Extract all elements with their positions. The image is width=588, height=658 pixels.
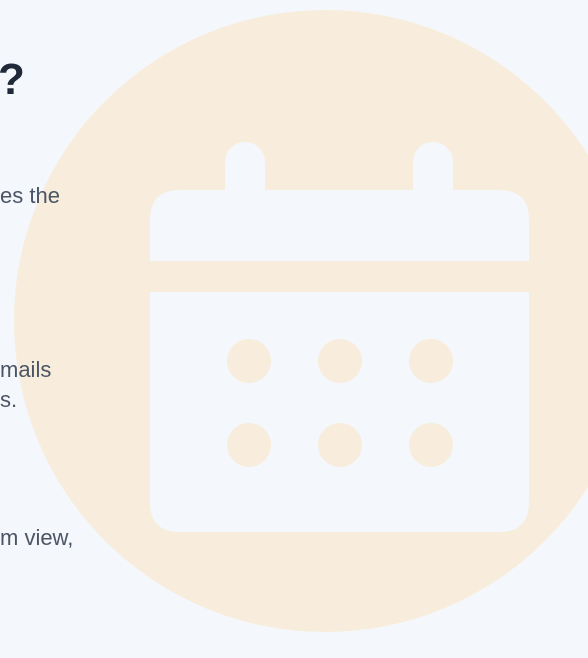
paragraph-fragment-2: mails <box>0 357 52 382</box>
paragraph-fragment-4: m view, <box>0 525 74 550</box>
calendar-icon <box>150 142 529 532</box>
content-panel: ? es the mails s. m view, <box>0 0 588 658</box>
text-column: ? es the mails s. m view, <box>0 0 120 658</box>
paragraph-fragment-1: es the <box>0 183 60 208</box>
paragraph-fragment-3: s. <box>0 387 18 412</box>
section-heading-fragment: ? <box>0 55 25 104</box>
